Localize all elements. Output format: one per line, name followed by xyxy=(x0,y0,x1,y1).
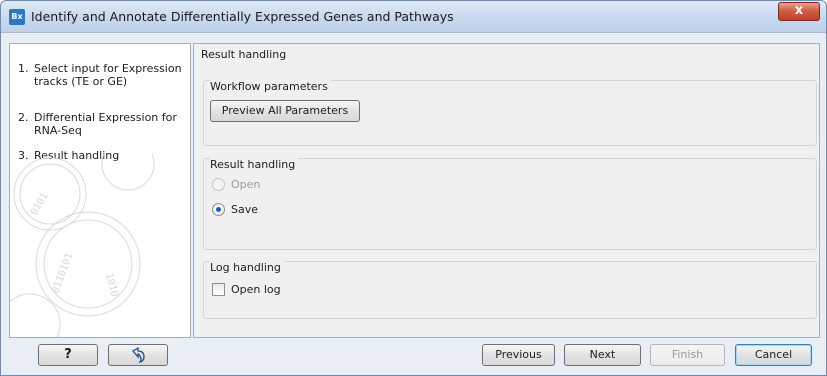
open-radio-option[interactable]: Open xyxy=(212,178,260,191)
open-log-option[interactable]: Open log xyxy=(212,283,281,296)
title-bar[interactable]: Bx Identify and Annotate Differentially … xyxy=(1,1,826,33)
step-number: 2. xyxy=(18,111,29,124)
radio-selected-dot xyxy=(216,207,221,212)
undo-arrow-icon xyxy=(132,346,145,364)
previous-button[interactable]: Previous xyxy=(482,344,555,366)
step-item-1[interactable]: 1. Select input for Expression tracks (T… xyxy=(18,62,190,88)
button-bar: ? Previous Next Finish Cancel xyxy=(1,338,826,375)
dialog-content: 1. Select input for Expression tracks (T… xyxy=(9,43,820,338)
step-label: Differential Expression for RNA-Seq xyxy=(34,111,177,137)
svg-text:0101: 0101 xyxy=(29,191,51,217)
dialog-window: Bx Identify and Annotate Differentially … xyxy=(0,0,827,376)
main-panel: Result handling Workflow parameters Prev… xyxy=(193,43,820,338)
app-icon: Bx xyxy=(9,9,25,25)
reset-button[interactable] xyxy=(108,344,168,366)
radio-label: Open xyxy=(231,178,261,191)
group-title: Workflow parameters xyxy=(210,80,331,93)
help-button[interactable]: ? xyxy=(38,344,98,366)
finish-button[interactable]: Finish xyxy=(650,344,725,366)
radio-label: Save xyxy=(231,203,259,216)
result-handling-group: Result handling Open Save xyxy=(203,158,817,250)
workflow-parameters-group: Workflow parameters Preview All Paramete… xyxy=(203,80,817,146)
log-handling-group: Log handling Open log xyxy=(203,261,817,319)
steps-panel: 1. Select input for Expression tracks (T… xyxy=(9,43,191,338)
svg-text:0110101: 0110101 xyxy=(50,252,75,295)
group-title: Log handling xyxy=(210,261,284,274)
radio-button[interactable] xyxy=(212,203,225,216)
step-number: 1. xyxy=(18,62,29,75)
next-button[interactable]: Next xyxy=(564,344,641,366)
open-log-checkbox[interactable] xyxy=(212,283,225,296)
cancel-button[interactable]: Cancel xyxy=(735,344,812,366)
window-title: Identify and Annotate Differentially Exp… xyxy=(31,9,454,24)
binary-watermark-icon: 0101 0110101 1010 xyxy=(10,154,155,337)
checkbox-label: Open log xyxy=(231,283,281,296)
save-radio-option[interactable]: Save xyxy=(212,203,258,216)
page-title: Result handling xyxy=(201,48,287,61)
close-button[interactable]: x xyxy=(778,2,820,21)
group-title: Result handling xyxy=(210,158,299,171)
step-item-2[interactable]: 2. Differential Expression for RNA-Seq xyxy=(18,111,190,137)
preview-all-parameters-button[interactable]: Preview All Parameters xyxy=(210,100,360,122)
svg-text:1010: 1010 xyxy=(103,272,120,298)
radio-button[interactable] xyxy=(212,178,225,191)
step-label: Select input for Expression tracks (TE o… xyxy=(34,62,182,88)
